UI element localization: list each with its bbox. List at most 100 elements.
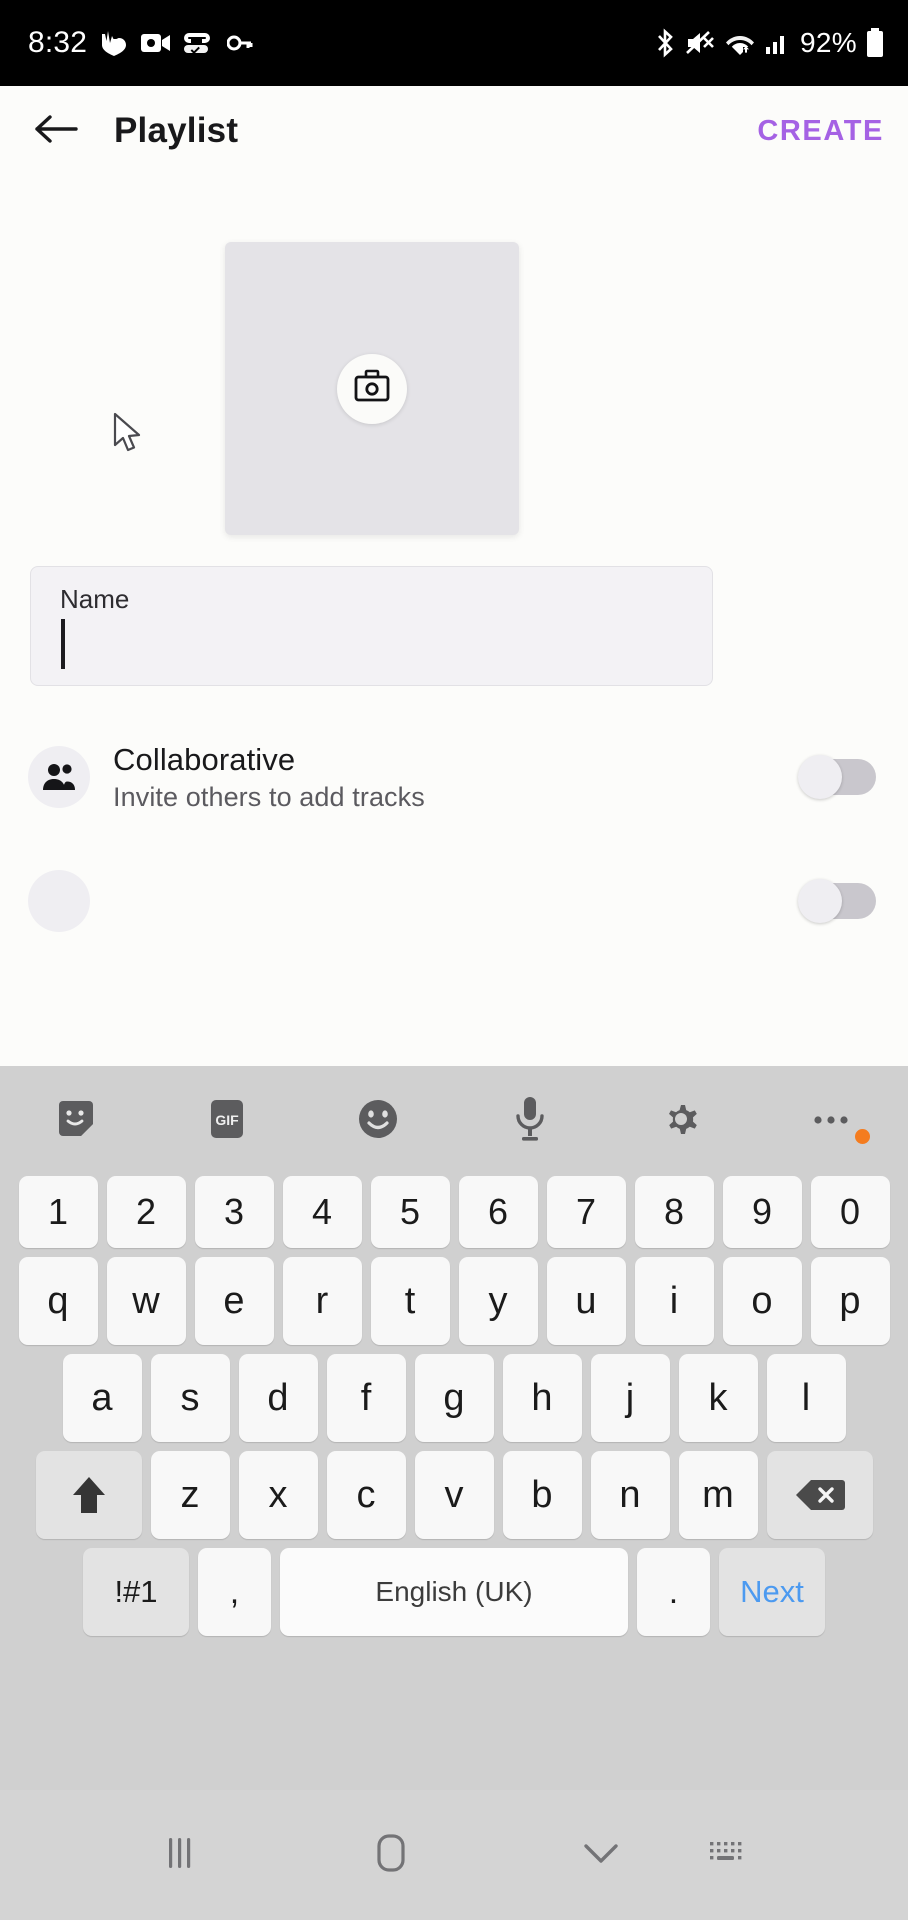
text-caret <box>61 619 65 669</box>
key-7[interactable]: 7 <box>546 1176 626 1248</box>
notification-dot <box>854 1128 870 1144</box>
playlist-cover-button[interactable] <box>225 242 519 535</box>
cellular-signal-icon <box>765 31 791 55</box>
key-i[interactable]: i <box>634 1257 714 1345</box>
camera-icon <box>353 369 391 408</box>
playlist-name-input[interactable]: Name <box>30 566 713 686</box>
key-x[interactable]: x <box>238 1451 318 1539</box>
on-screen-keyboard: GIF 1 2 3 4 5 6 7 8 9 0 q w e r t y u i … <box>0 1066 908 1790</box>
symbols-key[interactable]: !#1 <box>83 1548 189 1636</box>
key-z[interactable]: z <box>150 1451 230 1539</box>
settings-gear-icon <box>658 1096 704 1147</box>
shift-key[interactable] <box>35 1451 142 1539</box>
option-row-partial[interactable] <box>0 846 908 956</box>
sticker-button[interactable] <box>0 1098 151 1145</box>
more-options-icon <box>809 1111 855 1132</box>
key-k[interactable]: k <box>678 1354 758 1442</box>
status-bar: 8:32 92% <box>0 0 908 86</box>
next-key[interactable]: Next <box>719 1548 825 1636</box>
key-r[interactable]: r <box>282 1257 362 1345</box>
key-y[interactable]: y <box>458 1257 538 1345</box>
voice-input-button[interactable] <box>454 1095 605 1148</box>
key-h[interactable]: h <box>502 1354 582 1442</box>
keyboard-toolbar: GIF <box>0 1066 908 1176</box>
key-o[interactable]: o <box>722 1257 802 1345</box>
back-button[interactable] <box>28 103 84 159</box>
recents-icon <box>162 1834 198 1877</box>
collaborative-toggle[interactable] <box>798 755 876 799</box>
battery-percent-label: 92% <box>800 27 857 58</box>
key-3[interactable]: 3 <box>194 1176 274 1248</box>
key-v[interactable]: v <box>414 1451 494 1539</box>
phone-screen: 8:32 92% Playlist CREATE Name Collaborat… <box>0 0 908 1920</box>
key-a[interactable]: a <box>62 1354 142 1442</box>
key-e[interactable]: e <box>194 1257 274 1345</box>
playlist-form: Name Collaborative Invite others to add … <box>0 176 908 1066</box>
page-title: Playlist <box>114 111 239 150</box>
video-camera-icon <box>141 32 171 54</box>
key-w[interactable]: w <box>106 1257 186 1345</box>
key-p[interactable]: p <box>810 1257 890 1345</box>
key-u[interactable]: u <box>546 1257 626 1345</box>
key-1[interactable]: 1 <box>18 1176 98 1248</box>
key-6[interactable]: 6 <box>458 1176 538 1248</box>
option-title: Collaborative <box>113 741 296 777</box>
system-navigation-bar <box>0 1790 908 1920</box>
sticker-icon <box>55 1098 97 1145</box>
key-d[interactable]: d <box>238 1354 318 1442</box>
create-button[interactable]: CREATE <box>757 115 884 148</box>
key-s[interactable]: s <box>150 1354 230 1442</box>
option-row-collaborative[interactable]: Collaborative Invite others to add track… <box>0 722 908 832</box>
key-g[interactable]: g <box>414 1354 494 1442</box>
key-b[interactable]: b <box>502 1451 582 1539</box>
key-n[interactable]: n <box>590 1451 670 1539</box>
dismiss-keyboard-button[interactable] <box>580 1839 622 1872</box>
key-l[interactable]: l <box>766 1354 846 1442</box>
back-arrow-icon <box>32 111 80 152</box>
key-j[interactable]: j <box>590 1354 670 1442</box>
key-f[interactable]: f <box>326 1354 406 1442</box>
keyboard-keys: 1234567890 qwertyuiop asdfghjkl zxcvbnm <box>0 1176 908 1636</box>
home-button[interactable] <box>371 1832 411 1879</box>
microphone-icon <box>513 1095 547 1148</box>
keyboard-row-bottom: zxcvbnm <box>8 1451 900 1539</box>
key-4[interactable]: 4 <box>282 1176 362 1248</box>
keyboard-settings-button[interactable] <box>605 1096 756 1147</box>
key-0[interactable]: 0 <box>810 1176 890 1248</box>
key-9[interactable]: 9 <box>722 1176 802 1248</box>
backspace-key[interactable] <box>766 1451 873 1539</box>
period-key[interactable]: . <box>637 1548 710 1636</box>
chevron-down-icon <box>580 1839 622 1872</box>
key-m[interactable]: m <box>678 1451 758 1539</box>
mouse-pointer-icon <box>113 412 147 461</box>
emoji-button[interactable] <box>303 1096 454 1147</box>
comma-key[interactable]: , <box>198 1548 271 1636</box>
secondary-toggle[interactable] <box>798 879 876 923</box>
bluetooth-icon <box>654 28 676 58</box>
key-8[interactable]: 8 <box>634 1176 714 1248</box>
space-key[interactable]: English (UK) <box>280 1548 628 1636</box>
option-subtitle: Invite others to add tracks <box>113 781 425 812</box>
key-2[interactable]: 2 <box>106 1176 186 1248</box>
emoji-icon <box>355 1096 401 1147</box>
home-icon <box>371 1832 411 1879</box>
key-t[interactable]: t <box>370 1257 450 1345</box>
add-cover-photo-button[interactable] <box>337 353 407 424</box>
keyboard-row-numbers: 1234567890 <box>8 1176 900 1248</box>
key-5[interactable]: 5 <box>370 1176 450 1248</box>
status-bar-left: 8:32 <box>0 26 253 60</box>
option-row-texts: Collaborative Invite others to add track… <box>113 742 425 813</box>
key-c[interactable]: c <box>326 1451 406 1539</box>
keyboard-row-home: asdfghjkl <box>8 1354 900 1442</box>
bottom-letters-group: zxcvbnm <box>150 1451 758 1539</box>
key-icon <box>227 33 253 53</box>
recents-button[interactable] <box>162 1834 198 1877</box>
key-q[interactable]: q <box>18 1257 98 1345</box>
keyboard-row-top: qwertyuiop <box>8 1257 900 1345</box>
toggle-knob <box>798 755 842 799</box>
gif-button[interactable]: GIF <box>151 1097 302 1146</box>
keyboard-switch-button[interactable] <box>707 1837 747 1874</box>
more-options-button[interactable] <box>757 1111 908 1144</box>
lock-icon <box>28 870 90 932</box>
status-clock: 8:32 <box>28 26 88 59</box>
